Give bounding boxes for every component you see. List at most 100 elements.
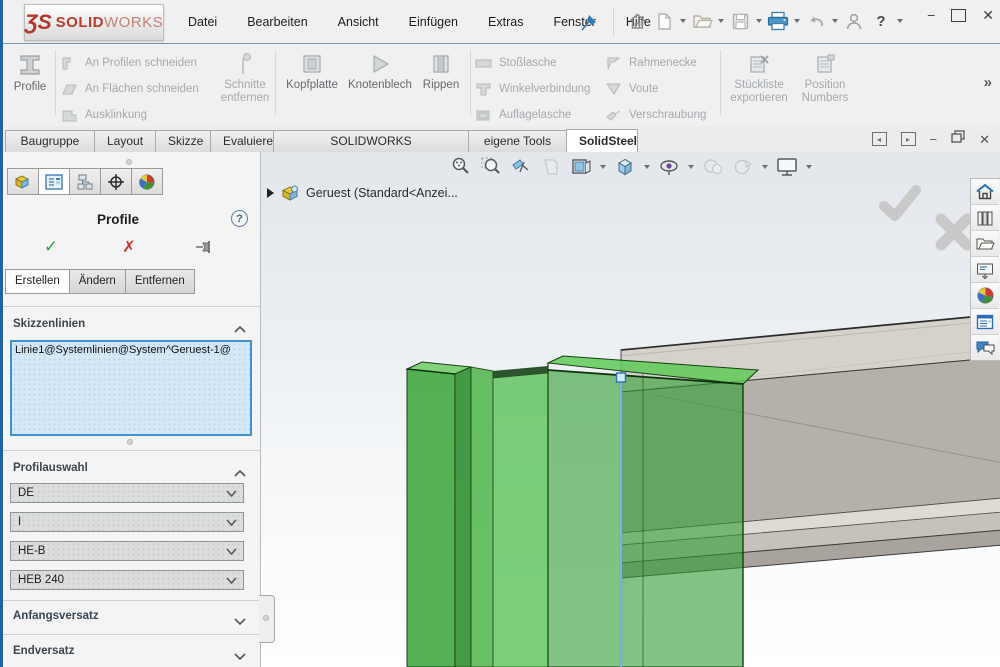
feature-tree-root-label[interactable]: Geruest (Standard<Anzei... — [306, 186, 458, 200]
profile-type-dropdown[interactable]: I — [10, 512, 244, 532]
chevron-up-icon[interactable] — [234, 464, 246, 482]
dock-pane-left-icon[interactable]: ◂ — [872, 132, 887, 146]
print-icon[interactable] — [766, 9, 790, 33]
zoom-to-fit-icon[interactable] — [449, 155, 473, 179]
tab-display-manager[interactable] — [131, 168, 163, 195]
tab-baugruppe[interactable]: Baugruppe — [5, 130, 94, 153]
menu-einfuegen[interactable]: Einfügen — [407, 12, 460, 32]
chevron-down-icon[interactable] — [234, 612, 246, 630]
section-view-icon[interactable] — [509, 155, 533, 179]
view-orientation-dropdown-icon[interactable] — [644, 165, 650, 169]
rippen-button[interactable]: Rippen — [417, 52, 465, 92]
sketch-line-endpoint-handle[interactable] — [617, 373, 626, 382]
document-restore-icon[interactable] — [951, 130, 965, 148]
selected-sketch-line[interactable]: Linie1@Systemlinien@System^Geruest-1@ — [15, 344, 231, 356]
undo-dropdown-icon[interactable] — [832, 19, 838, 23]
minimize-button[interactable]: − — [927, 8, 935, 22]
forum-button[interactable] — [971, 335, 999, 360]
previous-view-icon[interactable] — [539, 155, 563, 179]
menu-bearbeiten[interactable]: Bearbeiten — [245, 12, 309, 32]
profile-button[interactable]: Profile — [9, 52, 51, 94]
kopfplatte-button[interactable]: Kopfplatte — [281, 52, 343, 92]
appearance-scene-dropdown-icon[interactable] — [762, 165, 768, 169]
tab-solidsteel[interactable]: SolidSteel — [566, 129, 638, 154]
user-icon[interactable] — [842, 9, 866, 33]
panel-drag-handle[interactable] — [126, 159, 132, 165]
file-explorer-button[interactable] — [971, 231, 999, 257]
home-icon[interactable] — [625, 9, 649, 33]
dock-pane-right-icon[interactable]: ▸ — [901, 132, 916, 146]
view-scene-dropdown-icon[interactable] — [600, 165, 606, 169]
profile-standard-dropdown[interactable]: DE — [10, 483, 244, 503]
help-icon[interactable]: ? — [869, 9, 893, 33]
new-document-icon[interactable] — [652, 9, 676, 33]
green-column-preview[interactable] — [407, 356, 758, 667]
tab-evaluieren[interactable]: Evaluieren — [210, 130, 273, 153]
display-style-icon[interactable] — [657, 155, 681, 179]
tree-expand-arrow-icon[interactable] — [267, 188, 274, 198]
chevron-down-icon[interactable] — [234, 647, 246, 665]
subtab-erstellen[interactable]: Erstellen — [5, 269, 70, 294]
menu-ansicht[interactable]: Ansicht — [336, 12, 381, 32]
stosslasche-button[interactable]: Stoßlasche — [475, 54, 557, 72]
verschraubung-button[interactable]: Verschraubung — [605, 106, 706, 124]
undo-icon[interactable] — [804, 9, 828, 33]
voute-button[interactable]: Voute — [605, 80, 658, 98]
pm-cancel-button[interactable]: ✗ — [117, 237, 141, 257]
pm-pin-icon[interactable] — [193, 237, 217, 257]
knotenblech-button[interactable]: Knotenblech — [345, 52, 415, 92]
document-minimize-icon[interactable]: − — [930, 133, 938, 146]
remove-cuts-button[interactable]: Schnitte entfernen — [217, 52, 273, 105]
subtab-entfernen[interactable]: Entfernen — [126, 269, 195, 294]
ribbon-overflow-button[interactable]: » — [984, 74, 992, 91]
design-library-button[interactable] — [971, 205, 999, 231]
document-close-icon[interactable]: ✕ — [979, 133, 990, 146]
viewport-ok-button[interactable] — [876, 182, 924, 229]
tab-layout[interactable]: Layout — [94, 130, 155, 153]
view-settings-dropdown-icon[interactable] — [806, 165, 812, 169]
pm-ok-button[interactable]: ✓ — [39, 237, 63, 257]
view-palette-button[interactable] — [971, 257, 999, 283]
menu-extras[interactable]: Extras — [486, 12, 525, 32]
tab-property-manager[interactable] — [38, 168, 69, 195]
model-scene[interactable] — [261, 152, 1000, 667]
cut-at-profiles-button[interactable]: An Profilen schneiden — [61, 54, 197, 72]
view-settings-icon[interactable] — [775, 155, 799, 179]
auflagelasche-button[interactable]: Auflagelasche — [475, 106, 571, 124]
panel-splitter-handle[interactable] — [259, 595, 275, 643]
subtab-aendern[interactable]: Ändern — [70, 269, 126, 294]
tab-skizze[interactable]: Skizze — [155, 130, 210, 153]
display-style-dropdown-icon[interactable] — [688, 165, 694, 169]
tab-dimxpert-manager[interactable] — [100, 168, 131, 195]
cut-at-faces-button[interactable]: An Flächen schneiden — [61, 80, 199, 98]
new-document-dropdown-icon[interactable] — [680, 19, 686, 23]
open-document-icon[interactable] — [690, 9, 714, 33]
rahmenecke-button[interactable]: Rahmenecke — [605, 54, 697, 72]
task-pane-home-button[interactable] — [971, 179, 999, 205]
sketch-line-selection-box[interactable]: Linie1@Systemlinien@System^Geruest-1@ — [10, 340, 252, 436]
tab-configuration-manager[interactable] — [69, 168, 100, 195]
tab-eigene-tools[interactable]: eigene Tools — [468, 130, 566, 153]
notch-button[interactable]: Ausklinkung — [61, 106, 147, 124]
tab-zusatzanwendungen[interactable]: SOLIDWORKS Zusatzanwendungen — [273, 130, 468, 153]
profile-series-dropdown[interactable]: HE-B — [10, 541, 244, 561]
selection-box-resize-handle[interactable] — [127, 439, 133, 445]
pm-help-icon[interactable]: ? — [231, 210, 248, 227]
custom-properties-button[interactable] — [971, 309, 999, 335]
appearances-button[interactable] — [971, 283, 999, 309]
chevron-up-icon[interactable] — [234, 320, 246, 338]
position-numbers-button[interactable]: Position Numbers — [795, 52, 855, 105]
open-document-dropdown-icon[interactable] — [718, 19, 724, 23]
help-dropdown-icon[interactable] — [897, 19, 903, 23]
tab-feature-manager[interactable] — [7, 168, 38, 195]
appearance-scene-icon[interactable] — [731, 155, 755, 179]
graphics-viewport[interactable]: Geruest (Standard<Anzei... — [261, 152, 1000, 667]
hide-show-items-icon[interactable] — [701, 155, 725, 179]
pin-menu-icon[interactable] — [579, 12, 601, 32]
menu-datei[interactable]: Datei — [186, 12, 219, 32]
profile-size-dropdown[interactable]: HEB 240 — [10, 570, 244, 590]
winkelverbindung-button[interactable]: Winkelverbindung — [475, 80, 590, 98]
export-bom-button[interactable]: Stückliste exportieren — [725, 52, 793, 105]
save-dropdown-icon[interactable] — [756, 19, 762, 23]
close-button[interactable]: ✕ — [982, 8, 994, 22]
